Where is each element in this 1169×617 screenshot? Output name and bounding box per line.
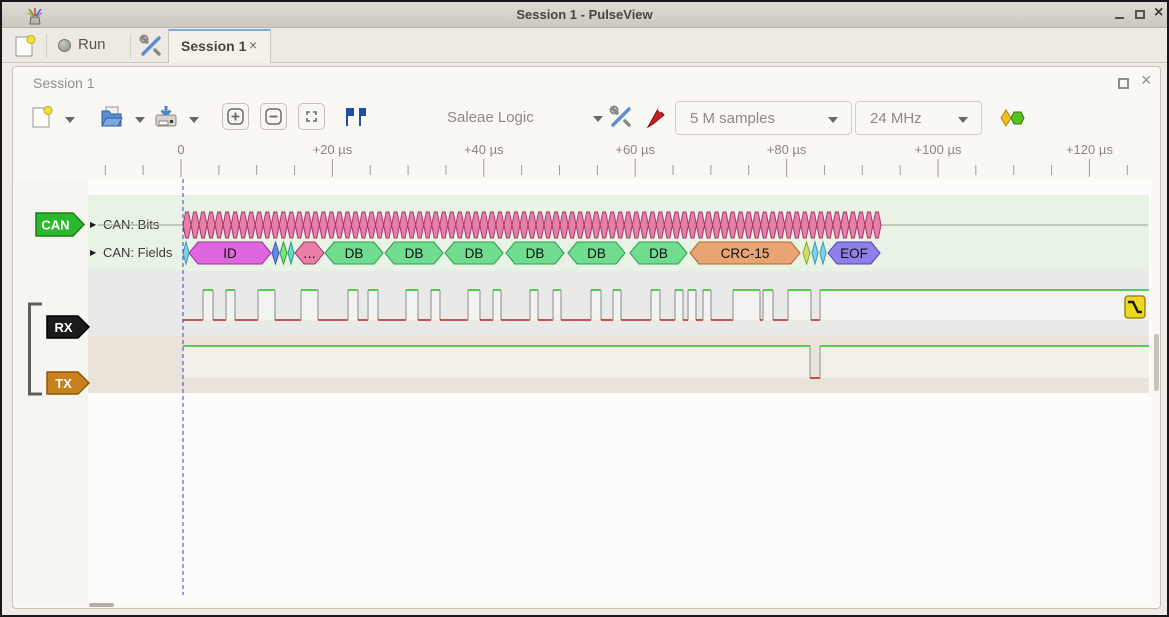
- toolbar-separator: [46, 34, 47, 58]
- tx-waveform: [183, 346, 1149, 378]
- session-subwindow: Session 1 ×: [12, 66, 1161, 609]
- close-icon: ×: [1154, 4, 1163, 22]
- device-name: Saleae Logic: [447, 109, 534, 126]
- device-dropdown-icon: [593, 116, 603, 122]
- svg-text:…: …: [303, 246, 317, 261]
- rx-channel-tag[interactable]: RX: [47, 316, 89, 338]
- svg-text:+100 µs: +100 µs: [915, 142, 962, 157]
- zoom-out-icon: [261, 104, 286, 129]
- add-decoder-button[interactable]: [999, 108, 1027, 128]
- svg-text:0: 0: [177, 142, 184, 157]
- svg-text:DB: DB: [649, 246, 668, 261]
- new-session-icon: [12, 33, 38, 59]
- sample-count-select[interactable]: 5 M samples: [675, 101, 852, 135]
- subwindow-close-icon[interactable]: ×: [1141, 70, 1152, 91]
- trigger-marker[interactable]: [1125, 296, 1145, 318]
- minimize-icon: [1115, 17, 1124, 19]
- tx-channel-tag[interactable]: TX: [47, 372, 89, 394]
- sample-rate-dropdown-icon: [958, 117, 968, 123]
- can-bits-annotations: [183, 212, 881, 238]
- window-title: Session 1 - PulseView: [2, 7, 1167, 22]
- new-view-button[interactable]: [29, 104, 55, 130]
- device-select[interactable]: Saleae Logic: [437, 101, 609, 135]
- time-ruler[interactable]: 0 +20 µs +40 µs +60 µs +80 µs +100 µs +120 µs: [14, 139, 1151, 179]
- svg-text:DB: DB: [465, 246, 484, 261]
- svg-text:+120 µs: +120 µs: [1066, 142, 1113, 157]
- subwindow-restore-button[interactable]: [1118, 78, 1129, 89]
- maximize-button[interactable]: [1130, 2, 1150, 28]
- zoom-fit-icon: [299, 104, 324, 129]
- open-file-dropdown-icon[interactable]: [135, 117, 145, 123]
- sample-rate-select[interactable]: 24 MHz: [855, 101, 982, 135]
- save-file-dropdown-icon[interactable]: [189, 117, 199, 123]
- maximize-icon: [1135, 10, 1145, 19]
- sample-count-value: 5 M samples: [690, 110, 775, 127]
- tab-session-1[interactable]: Session 1 ×: [168, 29, 271, 63]
- tab-label: Session 1: [181, 38, 246, 54]
- horizontal-scrollbar[interactable]: [89, 603, 114, 607]
- main-toolbar: Run Session 1 ×: [2, 29, 1167, 63]
- svg-text:DB: DB: [345, 246, 364, 261]
- sample-rate-value: 24 MHz: [870, 110, 922, 127]
- run-button[interactable]: Run: [52, 32, 124, 60]
- sample-count-dropdown-icon: [828, 117, 838, 123]
- save-file-button[interactable]: [153, 104, 179, 130]
- title-bar: Session 1 - PulseView ×: [2, 2, 1167, 28]
- zoom-fit-button[interactable]: [298, 103, 325, 130]
- svg-text:RX: RX: [54, 320, 72, 335]
- zoom-in-icon: [223, 104, 248, 129]
- toolbar-separator: [130, 34, 131, 58]
- svg-text:EOF: EOF: [840, 246, 868, 261]
- tab-close-icon[interactable]: ×: [249, 37, 257, 53]
- channel-group-bracket[interactable]: [30, 304, 43, 394]
- svg-text:+20 µs: +20 µs: [313, 142, 353, 157]
- svg-text:DB: DB: [405, 246, 424, 261]
- settings-button[interactable]: [134, 32, 168, 60]
- svg-text:CAN: CAN: [41, 218, 69, 233]
- new-view-dropdown-icon[interactable]: [65, 117, 75, 123]
- zoom-in-button[interactable]: [222, 103, 249, 130]
- new-session-button[interactable]: [8, 32, 42, 60]
- session-title: Session 1: [33, 75, 94, 91]
- svg-text:+40 µs: +40 µs: [464, 142, 504, 157]
- show-cursors-button[interactable]: [341, 105, 367, 129]
- configure-device-button[interactable]: [607, 104, 635, 130]
- can-fields-annotations: ID … DB DB DB DB DB DB CRC-15 EOF: [183, 242, 880, 264]
- run-label: Run: [78, 36, 106, 53]
- svg-text:DB: DB: [587, 246, 606, 261]
- channels-probe-button[interactable]: [645, 104, 667, 130]
- zoom-out-button[interactable]: [260, 103, 287, 130]
- tools-icon: [137, 33, 165, 59]
- svg-text:+60 µs: +60 µs: [615, 142, 655, 157]
- vertical-scrollbar[interactable]: [1154, 334, 1159, 391]
- close-button[interactable]: ×: [1150, 2, 1169, 28]
- can-decoder-tag[interactable]: CAN: [36, 213, 84, 236]
- svg-text:CRC-15: CRC-15: [721, 246, 770, 261]
- pulseview-window: Session 1 - PulseView × Run Session 1: [0, 0, 1169, 617]
- minimize-button[interactable]: [1110, 2, 1130, 28]
- channel-tags[interactable]: CAN RX TX: [36, 213, 89, 394]
- open-file-button[interactable]: [99, 104, 125, 130]
- trace-view[interactable]: ▶ CAN: Bits ▶ CAN: Fields ID…DBDBDBDBDBD…: [14, 179, 1151, 603]
- rx-waveform: [183, 290, 1149, 320]
- svg-text:DB: DB: [526, 246, 545, 261]
- svg-text:ID: ID: [223, 246, 237, 261]
- run-state-icon: [58, 39, 71, 52]
- svg-text:TX: TX: [55, 376, 72, 391]
- trace-canvas[interactable]: ID … DB DB DB DB DB DB CRC-15 EOF CAN RX TX: [14, 179, 1151, 603]
- svg-text:+80 µs: +80 µs: [767, 142, 807, 157]
